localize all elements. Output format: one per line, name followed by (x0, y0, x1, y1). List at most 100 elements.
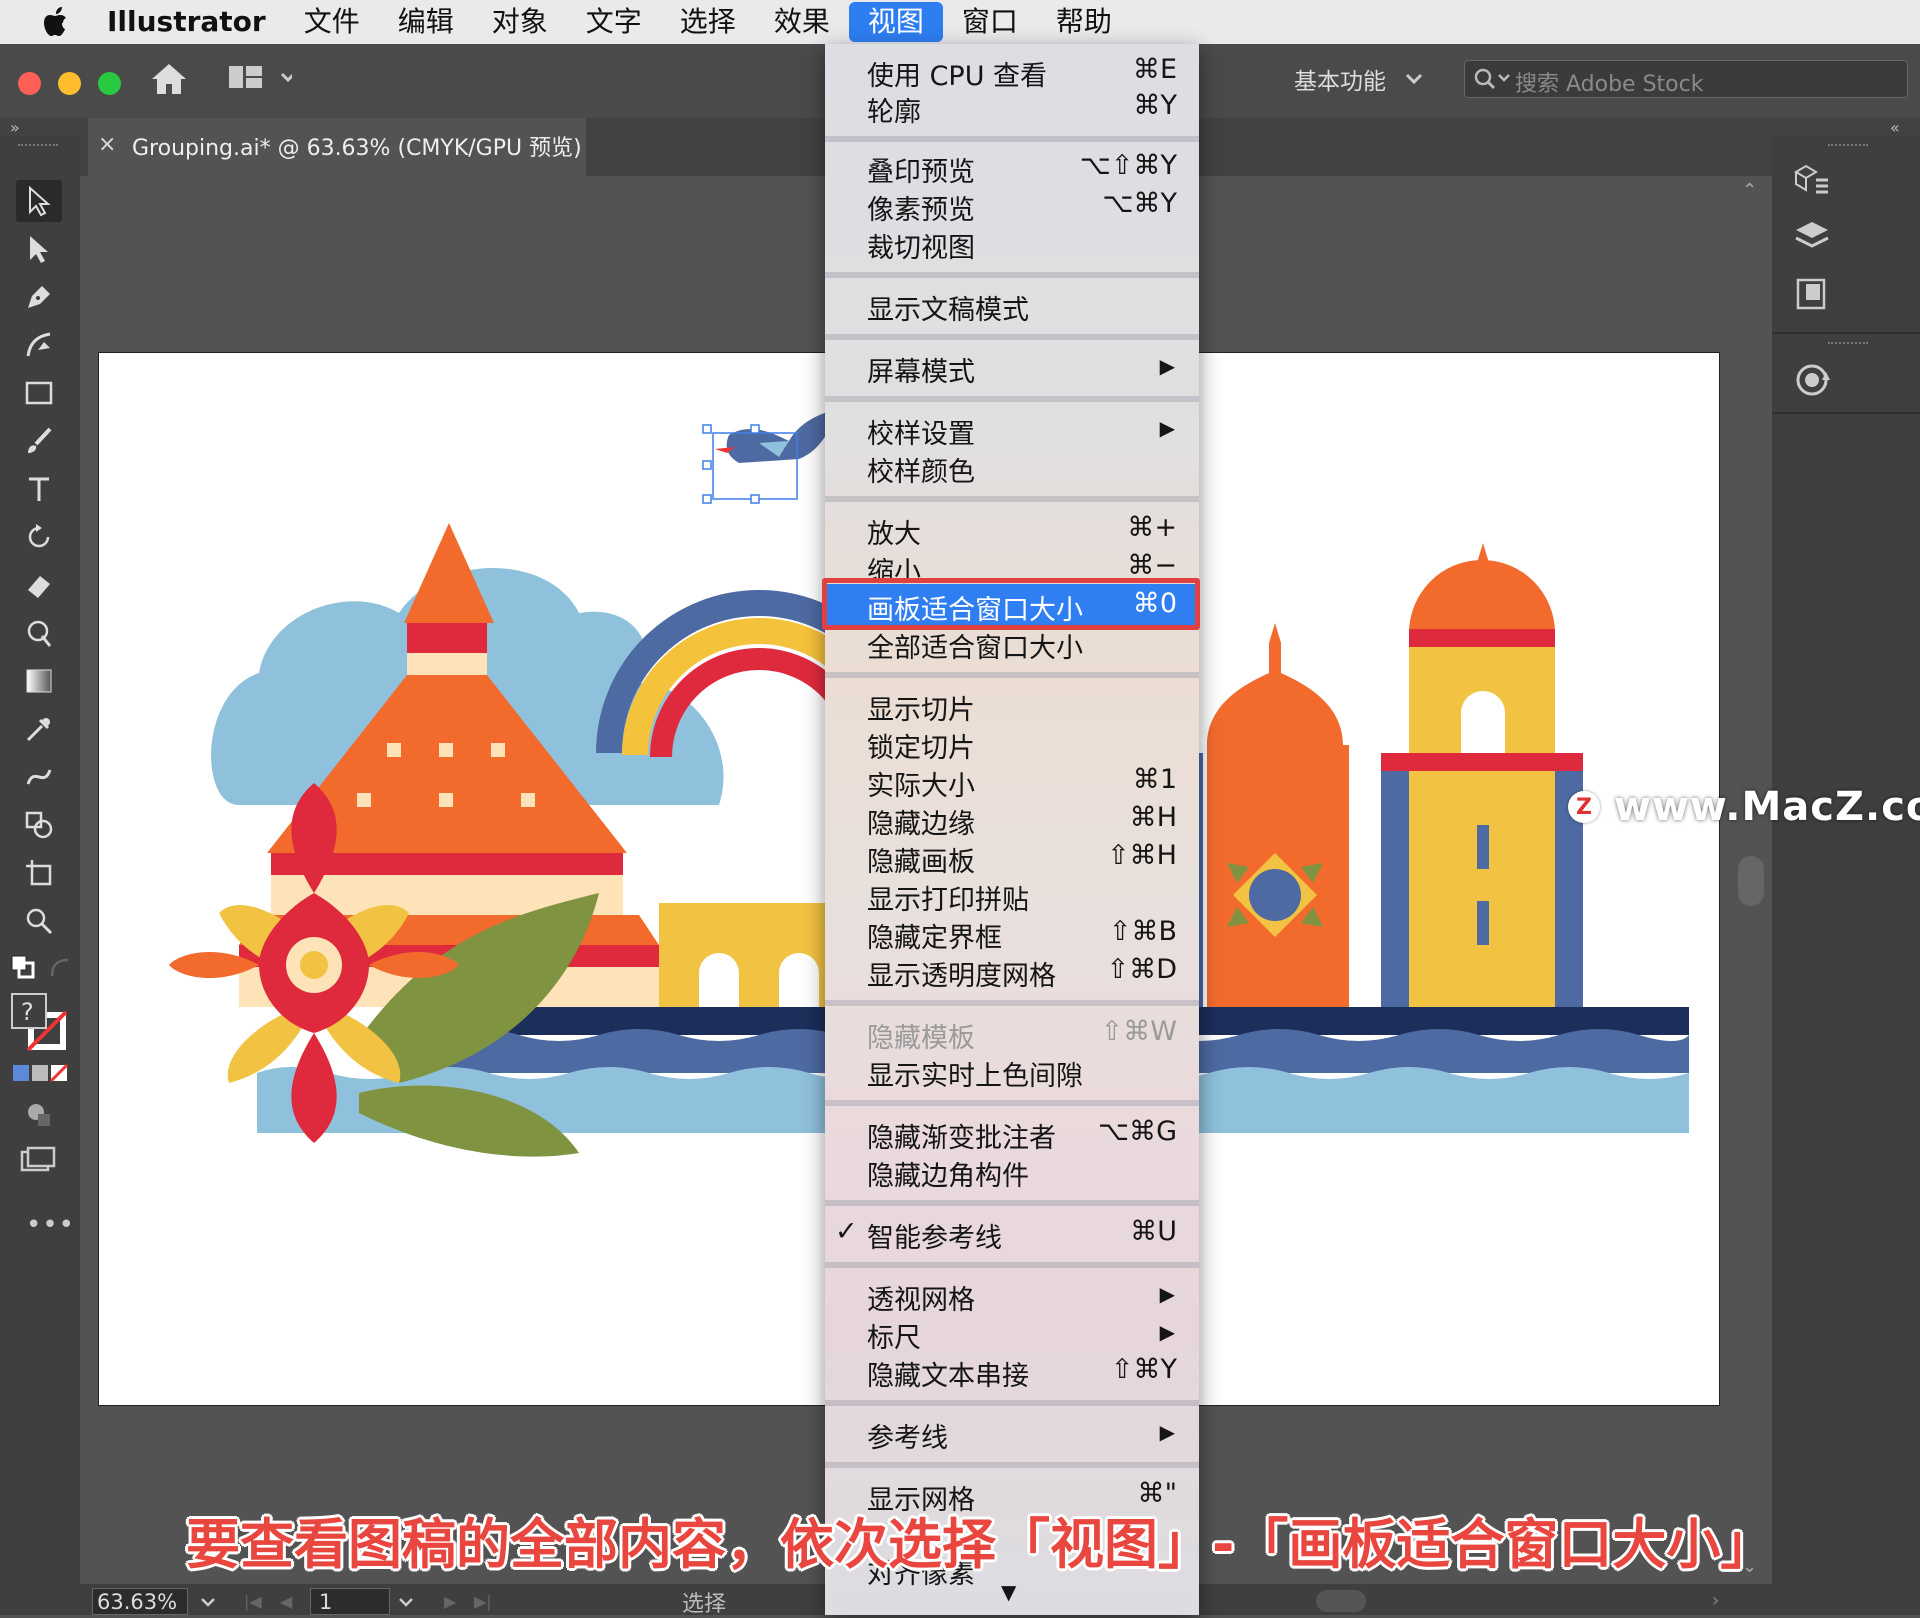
menu-view[interactable]: 视图 (848, 2, 943, 42)
menu-window[interactable]: 窗口 (943, 0, 1037, 44)
menu-item-fit-all-in-window[interactable]: 全部适合窗口大小 (825, 626, 1199, 664)
eyedropper-tool-icon[interactable] (16, 708, 62, 750)
menu-item-trim-view[interactable]: 裁切视图 (825, 226, 1199, 264)
draw-mode-icon[interactable] (24, 1100, 52, 1132)
artboard-tool-icon[interactable] (16, 852, 62, 894)
transform-panel-icon[interactable] (1790, 358, 1834, 406)
scroll-up-icon[interactable]: ⌃ (1742, 180, 1757, 201)
menu-item-hide-gradient-annotator[interactable]: 隐藏渐变批注者 ⌥⌘G (825, 1116, 1199, 1154)
fill-stroke-swatch[interactable]: ? (10, 992, 72, 1058)
menu-type[interactable]: 文字 (567, 0, 661, 44)
document-tab[interactable]: × Grouping.ai* @ 63.63% (CMYK/GPU 预览) (88, 118, 586, 176)
menu-object[interactable]: 对象 (473, 0, 567, 44)
menu-item-proof-setup[interactable]: 校样设置 ▶ (825, 412, 1199, 450)
menu-item-hide-text-threads[interactable]: 隐藏文本串接 ⇧⌘Y (825, 1354, 1199, 1392)
color-mode-icon[interactable] (12, 1063, 69, 1086)
menu-bar: Illustrator 文件 编辑 对象 文字 选择 效果 视图 窗口 帮助 (0, 0, 1920, 44)
close-tab-icon[interactable]: × (98, 132, 116, 157)
menu-item-show-transparency-grid[interactable]: 显示透明度网格 ⇧⌘D (825, 954, 1199, 992)
vertical-scrollbar[interactable]: ⌃ ⌄ (1730, 176, 1772, 1577)
gradient-tool-icon[interactable] (16, 660, 62, 702)
menu-app-name[interactable]: Illustrator (88, 0, 285, 44)
menu-file[interactable]: 文件 (285, 0, 379, 44)
libraries-panel-icon[interactable] (1792, 276, 1832, 316)
zoom-chevron-down-icon[interactable] (198, 1592, 218, 1616)
rotate-tool-icon[interactable] (16, 516, 62, 558)
rectangle-tool-icon[interactable] (16, 372, 62, 414)
collapse-right-icon[interactable]: « (1890, 118, 1900, 137)
menu-item-lock-slices[interactable]: 锁定切片 (825, 726, 1199, 764)
eraser-tool-icon[interactable] (16, 564, 62, 606)
menu-item-presentation-mode[interactable]: 显示文稿模式 (825, 288, 1199, 326)
menu-effect[interactable]: 效果 (755, 0, 849, 44)
menu-item-actual-size[interactable]: 实际大小 ⌘1 (825, 764, 1199, 802)
menu-item-rulers[interactable]: 标尺 ▶ (825, 1316, 1199, 1354)
zoom-level-field[interactable]: 63.63% (92, 1588, 188, 1615)
close-window-button[interactable] (18, 72, 41, 95)
menu-item-show-live-paint-gaps[interactable]: 显示实时上色间隙 (825, 1054, 1199, 1092)
panel-grip[interactable] (1828, 342, 1868, 344)
watermark: Z www.MacZ.com (1568, 784, 1920, 830)
menu-item-hide-bounding-box[interactable]: 隐藏定界框 ⇧⌘B (825, 916, 1199, 954)
selection-tool-icon[interactable] (16, 180, 62, 222)
menu-select[interactable]: 选择 (661, 0, 755, 44)
menu-item-guides[interactable]: 参考线 ▶ (825, 1416, 1199, 1454)
zoom-tool-icon[interactable] (16, 900, 62, 942)
screen-mode-icon[interactable] (20, 1146, 56, 1178)
puppet-warp-tool-icon[interactable] (16, 612, 62, 654)
more-tools-icon[interactable]: ••• (26, 1210, 75, 1240)
type-tool-icon[interactable] (16, 468, 62, 510)
zoom-window-button[interactable] (98, 72, 121, 95)
menu-item-zoom-in[interactable]: 放大 ⌘+ (825, 512, 1199, 550)
blend-tool-icon[interactable] (16, 756, 62, 798)
menu-item-overprint-preview[interactable]: 叠印预览 ⌥⇧⌘Y (825, 150, 1199, 188)
minimize-window-button[interactable] (58, 72, 81, 95)
scroll-thumb[interactable] (1738, 856, 1764, 906)
apple-icon[interactable] (38, 6, 76, 38)
curvature-tool-icon[interactable] (16, 324, 62, 366)
workspace-switcher[interactable]: 基本功能 (1294, 62, 1386, 96)
menu-item-proof-colors[interactable]: 校样颜色 (825, 450, 1199, 488)
panel-grip[interactable] (18, 144, 58, 152)
first-artboard-icon[interactable]: |◀ (244, 1592, 262, 1611)
menu-item-hide-edges[interactable]: 隐藏边缘 ⌘H (825, 802, 1199, 840)
horizontal-scroll-thumb[interactable] (1316, 1590, 1366, 1612)
menu-scroll-down-icon[interactable]: ▼ (825, 1580, 1199, 1614)
panel-divider (1772, 412, 1920, 414)
menu-item-perspective-grid[interactable]: 透视网格 ▶ (825, 1278, 1199, 1316)
direct-selection-tool-icon[interactable] (16, 228, 62, 270)
menu-item-show-slices[interactable]: 显示切片 (825, 688, 1199, 726)
search-placeholder: 搜索 Adobe Stock (1515, 72, 1704, 97)
menu-item-smart-guides[interactable]: ✓ 智能参考线 ⌘U (825, 1216, 1199, 1254)
menu-edit[interactable]: 编辑 (379, 0, 473, 44)
menu-item-cpu-view[interactable]: 使用 CPU 查看 ⌘E (825, 54, 1199, 92)
next-artboard-icon[interactable]: ▶ (444, 1592, 456, 1611)
swap-colors-icon[interactable] (48, 956, 74, 986)
menu-item-hide-template: 隐藏模板 ⇧⌘W (867, 1016, 1177, 1054)
artboard-number-field[interactable]: 1 (310, 1588, 390, 1615)
default-colors-icon[interactable] (10, 954, 38, 986)
scroll-right-icon[interactable]: › (1712, 1590, 1719, 1611)
menu-item-hide-corner-widget[interactable]: 隐藏边角构件 (825, 1154, 1199, 1192)
panel-dock (1772, 136, 1920, 1615)
home-icon[interactable] (150, 62, 188, 100)
pen-tool-icon[interactable] (16, 276, 62, 318)
menu-item-screen-mode[interactable]: 屏幕模式 ▶ (825, 350, 1199, 388)
collapse-left-icon[interactable]: » (10, 118, 20, 137)
layers-panel-icon[interactable] (1792, 218, 1832, 258)
properties-panel-icon[interactable] (1792, 162, 1832, 206)
previous-artboard-icon[interactable]: ◀ (280, 1592, 292, 1611)
menu-item-pixel-preview[interactable]: 像素预览 ⌥⌘Y (825, 188, 1199, 226)
panel-grip[interactable] (1828, 144, 1868, 146)
menu-item-outline[interactable]: 轮廓 ⌘Y (825, 90, 1199, 128)
stock-search-input[interactable]: 搜索 Adobe Stock (1464, 60, 1908, 98)
last-artboard-icon[interactable]: ▶| (474, 1592, 492, 1611)
arrange-documents-icon[interactable] (228, 64, 296, 96)
menu-item-hide-artboards[interactable]: 隐藏画板 ⇧⌘H (825, 840, 1199, 878)
shape-builder-tool-icon[interactable] (16, 804, 62, 846)
artboard-chevron-down-icon[interactable] (396, 1592, 416, 1616)
paintbrush-tool-icon[interactable] (16, 420, 62, 462)
menu-help[interactable]: 帮助 (1037, 0, 1131, 44)
chevron-down-icon[interactable] (1402, 66, 1426, 90)
menu-item-show-print-tiling[interactable]: 显示打印拼贴 (825, 878, 1199, 916)
